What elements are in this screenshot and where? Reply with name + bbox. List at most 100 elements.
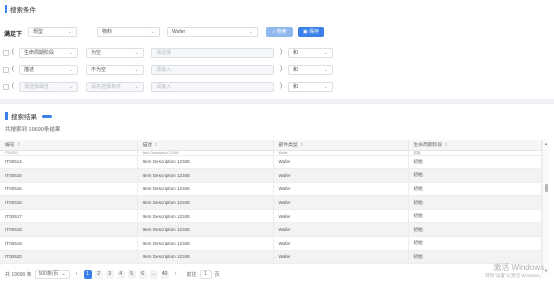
next-page-button[interactable]: › — [172, 270, 180, 279]
table-row[interactable]: IT00514 Item Description 12345 Wafer 初始 — [0, 155, 542, 170]
column-header-part-type[interactable]: 部件类型 ⇕ — [273, 140, 409, 151]
page-size-value: 500条/页 — [38, 271, 59, 277]
table-row[interactable]: IT00515 Item Description 12345 Wafer 初始 — [0, 168, 542, 183]
part-type-select-value: Wafer — [172, 29, 186, 35]
type-select[interactable]: 规型 ⌄ — [28, 27, 77, 37]
cell-lifecycle: 初始 — [408, 168, 542, 183]
cell-part-type: Wafer — [273, 182, 409, 197]
cell-part-type: Wafer — [273, 195, 409, 210]
category-select-value: 物料 — [102, 29, 113, 35]
row-checkbox[interactable] — [3, 67, 9, 73]
page-button-4[interactable]: 4 — [116, 270, 125, 279]
field-select[interactable]: 描述 ⌄ — [19, 65, 78, 75]
operator-select[interactable]: 不为空 ⌄ — [86, 65, 144, 75]
table-row[interactable]: IT00520 Item Description 12345 Wafer 初始 — [0, 250, 542, 265]
logic-select[interactable]: 和 ⌄ — [288, 65, 333, 75]
value-input[interactable]: 请输入 — [151, 65, 274, 75]
search-button[interactable]: ⌕ 搜索 — [266, 27, 293, 37]
close-paren[interactable]: ) — [280, 83, 282, 89]
pagination-total: 共 19690 条 — [5, 272, 32, 278]
search-button-label: 搜索 — [276, 29, 287, 35]
category-select[interactable]: 物料 ⌄ — [97, 27, 160, 37]
part-type-select[interactable]: Wafer ⌄ — [167, 27, 258, 37]
cell-description: Item Description 12345 — [137, 195, 274, 210]
cell-description: Item Description 12345 — [137, 250, 274, 265]
table-row[interactable]: IT00516 Item Description 12345 Wafer 初始 — [0, 195, 542, 210]
cell-lifecycle: 初始 — [408, 209, 542, 224]
logic-select[interactable]: 和 ⌄ — [288, 82, 333, 92]
sort-icon: ⇕ — [16, 143, 21, 149]
scrollbar-thumb[interactable] — [545, 184, 548, 192]
prev-page-button[interactable]: ‹ — [73, 270, 81, 279]
results-panel-header: 搜索结果 — [5, 111, 52, 121]
close-paren[interactable]: ) — [280, 66, 282, 72]
field-select[interactable]: 请选择属性 ⌄ — [19, 82, 78, 92]
open-paren[interactable]: ( — [12, 83, 14, 89]
table-row[interactable]: IT00519 Item Description 12345 Wafer 初始 — [0, 236, 542, 251]
cell-part-type: Wafer — [273, 250, 409, 265]
sort-icon: ⇕ — [299, 143, 304, 149]
cell-lifecycle: 初始 — [408, 236, 542, 251]
cell-id: IT00516 — [0, 182, 138, 197]
table-row[interactable]: IT00518 Item Description 12345 Wafer 初始 — [0, 222, 542, 238]
chevron-down-icon: ⌄ — [248, 29, 253, 35]
operator-select-value: 为空 — [91, 50, 102, 56]
operator-select[interactable]: 为空 ⌄ — [86, 48, 144, 58]
open-paren[interactable]: ( — [12, 66, 14, 72]
page-ellipsis[interactable]: … — [149, 270, 158, 279]
scroll-down-icon[interactable]: ▼ — [544, 268, 548, 273]
save-button[interactable]: ▣ 保存 — [298, 27, 324, 37]
value-input[interactable]: 请输入 — [151, 82, 274, 92]
sort-icon: ⇕ — [154, 143, 159, 149]
results-indicator-icon — [42, 114, 52, 118]
goto-page-input[interactable]: 1 — [199, 270, 212, 279]
cell-description: Item Description 12345 — [137, 222, 274, 238]
goto-label: 前往 — [186, 272, 197, 278]
cell-lifecycle: 初始 — [408, 222, 542, 238]
cell-id: IT00514 — [0, 155, 138, 170]
search-panel-title: 搜索条件 — [10, 7, 36, 14]
chevron-down-icon: ⌄ — [134, 84, 139, 90]
column-header-id[interactable]: 编号 ⇕ — [0, 140, 138, 151]
match-label: 满足下 — [4, 32, 23, 38]
cell-id: IT00520 — [0, 250, 138, 265]
cell-part-type: Wafer — [273, 155, 409, 170]
table-row[interactable]: IT00517 Item Description 12345 Wafer 初始 — [0, 209, 542, 224]
page-button-3[interactable]: 3 — [105, 270, 114, 279]
type-select-value: 规型 — [33, 29, 44, 35]
table-row[interactable]: IT00516 Item Description 12345 Wafer 初始 — [0, 182, 542, 197]
save-icon: ▣ — [302, 29, 308, 35]
chevron-down-icon: ⌄ — [150, 29, 155, 35]
page-button-1[interactable]: 1 — [83, 270, 92, 279]
cell-id: IT00516 — [0, 195, 138, 210]
operator-select[interactable]: 请先选择条件 ⌄ — [86, 82, 144, 92]
row-checkbox[interactable] — [3, 84, 9, 90]
field-select[interactable]: 生命周期阶段 ⌄ — [19, 48, 78, 58]
cell-part-type: Wafer — [273, 222, 409, 238]
page-button-5[interactable]: 5 — [127, 270, 136, 279]
value-input[interactable]: 请选择 — [151, 48, 274, 58]
page-size-select[interactable]: 500条/页 ⌄ — [34, 270, 70, 279]
cell-part-type: Wafer — [273, 209, 409, 224]
results-count: 共搜索到 19690条结果 — [5, 127, 61, 133]
column-header-description[interactable]: 描述 ⇕ — [137, 140, 274, 151]
open-paren[interactable]: ( — [12, 49, 14, 55]
page-button-last[interactable]: 40 — [160, 270, 169, 279]
chevron-down-icon: ⌄ — [61, 271, 66, 277]
cell-id: IT00515 — [0, 168, 138, 183]
page-button-6[interactable]: 6 — [138, 270, 147, 279]
row-checkbox[interactable] — [3, 50, 9, 56]
scroll-up-icon[interactable]: ▲ — [544, 141, 548, 146]
close-paren[interactable]: ) — [280, 49, 282, 55]
logic-select-value: 和 — [293, 67, 299, 73]
chevron-down-icon: ⌄ — [68, 50, 73, 56]
goto-page-suffix: 页 — [214, 272, 220, 278]
table-header-row: 编号 ⇕ 描述 ⇕ 部件类型 ⇕ 生命周期阶段 ⇕ — [0, 140, 542, 151]
logic-select[interactable]: 和 ⌄ — [288, 48, 333, 58]
cell-id: IT00519 — [0, 236, 138, 251]
operator-select-value: 请先选择条件 — [91, 84, 122, 90]
vertical-scrollbar[interactable]: ▲ ▼ — [542, 140, 549, 274]
results-panel: 搜索结果 共搜索到 19690条结果 编号 ⇕ 描述 ⇕ 部件类型 ⇕ 生命周期阶段 ⇕… — [0, 104, 554, 284]
page-button-2[interactable]: 2 — [94, 270, 103, 279]
column-header-lifecycle[interactable]: 生命周期阶段 ⇕ — [408, 140, 542, 151]
